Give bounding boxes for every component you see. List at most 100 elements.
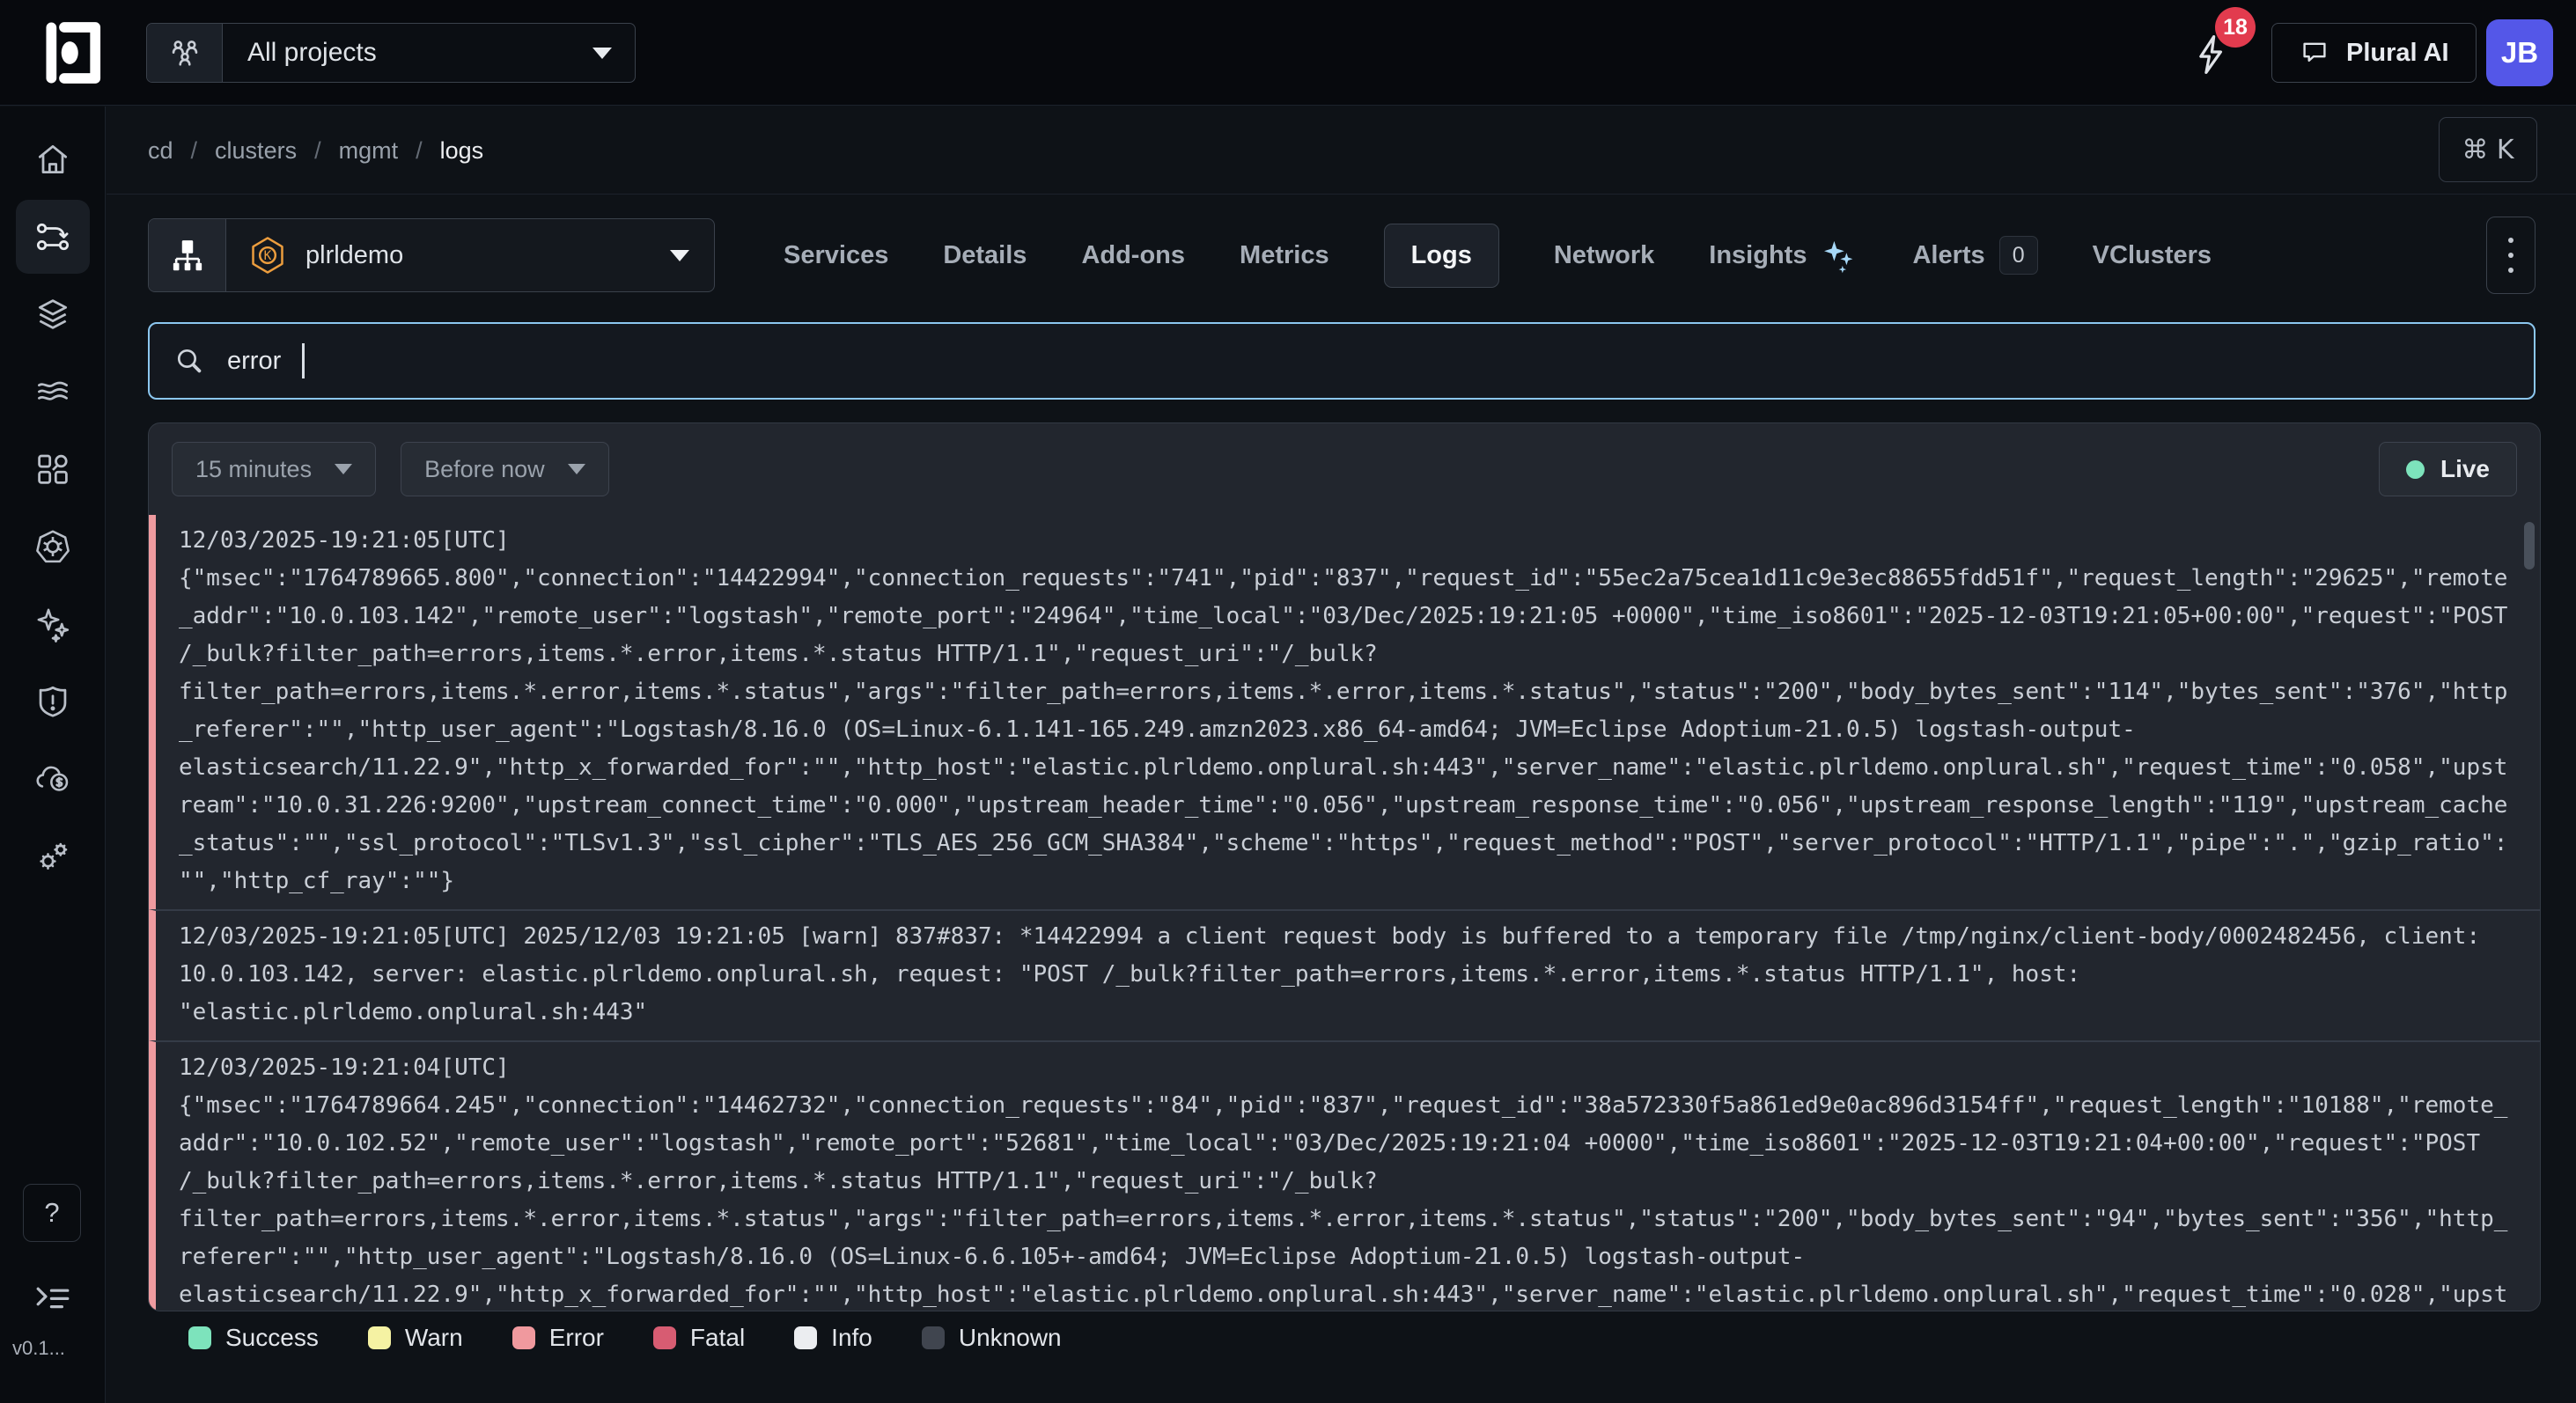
legend-label: Info (831, 1324, 872, 1352)
terminal-icon[interactable] (32, 1277, 74, 1319)
tab-metrics[interactable]: Metrics (1240, 241, 1329, 270)
time-range-value: 15 minutes (195, 456, 312, 483)
log-controls: 15 minutes Before now Live (149, 423, 2540, 515)
waves-icon (33, 372, 72, 411)
stacks-icon (33, 295, 72, 334)
plural-ai-label: Plural AI (2346, 39, 2449, 68)
kubernetes-helm-icon (33, 527, 72, 566)
sidebar-item-ai[interactable] (30, 601, 76, 647)
plural-ai-button[interactable]: Plural AI (2271, 23, 2477, 83)
tab-insights-label: Insights (1709, 241, 1807, 270)
breadcrumb: cd/clusters/mgmt/logs (148, 107, 483, 195)
sidebar-item-settings[interactable] (30, 834, 76, 879)
sidebar-item-flows[interactable] (30, 369, 76, 415)
legend-label: Unknown (959, 1324, 1062, 1352)
alerts-count-badge: 0 (1999, 236, 2038, 275)
breadcrumb-item-clusters[interactable]: clusters (215, 137, 297, 165)
legend-item-success: Success (188, 1324, 319, 1352)
cluster-name: plrldemo (305, 241, 403, 270)
version-label: v0.1... (12, 1337, 65, 1360)
catalog-blocks-icon (33, 450, 72, 488)
continuous-deployment-icon (33, 217, 72, 256)
help-button[interactable]: ? (23, 1184, 81, 1242)
breadcrumb-row: cd/clusters/mgmt/logs ⌘ K (107, 107, 2576, 195)
time-range-dropdown[interactable]: 15 minutes (172, 442, 376, 496)
tab-alerts[interactable]: Alerts 0 (1912, 236, 2037, 275)
sidebar-item-home[interactable] (30, 136, 76, 182)
breadcrumb-separator: / (416, 137, 423, 165)
sidebar-item-cost[interactable] (30, 756, 76, 802)
chat-bubble-icon (2299, 37, 2330, 69)
severity-legend: Success Warn Error Fatal Info Unknown (188, 1324, 1062, 1352)
project-selector[interactable]: All projects (146, 23, 636, 83)
notification-count-badge[interactable]: 18 (2215, 7, 2256, 48)
project-selector-value: All projects (223, 38, 377, 68)
sidebar-item-stacks[interactable] (30, 291, 76, 337)
tab-logs[interactable]: Logs (1384, 224, 1499, 288)
chevron-down-icon (670, 250, 689, 261)
legend-item-fatal: Fatal (653, 1324, 745, 1352)
log-entry[interactable]: 12/03/2025-19:21:05[UTC] 2025/12/03 19:2… (149, 909, 2540, 1040)
sidebar-item-catalog[interactable] (30, 446, 76, 492)
cluster-selector[interactable]: K plrldemo (148, 218, 715, 292)
legend-swatch (368, 1326, 391, 1349)
legend-item-warn: Warn (368, 1324, 463, 1352)
tab-alerts-label: Alerts (1912, 241, 1984, 270)
gears-icon (33, 837, 72, 876)
avatar[interactable]: JB (2486, 19, 2553, 86)
legend-swatch (922, 1326, 945, 1349)
chevron-down-icon (568, 464, 585, 474)
sidebar: ? v0.1... (0, 107, 106, 1403)
breadcrumb-separator: / (314, 137, 321, 165)
cluster-header: K plrldemo Services Details Add-ons Metr… (148, 217, 2536, 294)
sidebar-item-kubernetes[interactable] (30, 524, 76, 569)
tab-details[interactable]: Details (943, 241, 1027, 270)
log-entry[interactable]: 12/03/2025-19:21:04[UTC] {"msec":"176478… (149, 1040, 2540, 1311)
log-list: 12/03/2025-19:21:05[UTC] {"msec":"176478… (149, 515, 2540, 1311)
more-options-kebab-button[interactable] (2486, 217, 2536, 294)
cluster-tree-icon (149, 219, 226, 291)
log-entry[interactable]: 12/03/2025-19:21:05[UTC] {"msec":"176478… (149, 515, 2540, 909)
search-icon (173, 344, 206, 378)
anchor-value: Before now (424, 456, 545, 483)
live-toggle-button[interactable]: Live (2379, 442, 2517, 496)
sparkle-icon (1821, 237, 1858, 274)
legend-item-error: Error (512, 1324, 604, 1352)
log-panel: 15 minutes Before now Live 12/03/2025-19… (148, 422, 2541, 1311)
home-icon (33, 140, 72, 179)
breadcrumb-item-mgmt[interactable]: mgmt (339, 137, 399, 165)
sidebar-item-cd-selected[interactable] (16, 200, 90, 274)
search-value: error (227, 347, 281, 376)
legend-swatch (512, 1326, 535, 1349)
svg-text:K: K (264, 249, 272, 263)
tab-vclusters[interactable]: VClusters (2093, 241, 2212, 270)
legend-label: Error (549, 1324, 604, 1352)
legend-swatch (794, 1326, 817, 1349)
projects-people-icon (147, 24, 223, 82)
scrollbar-thumb[interactable] (2524, 522, 2535, 569)
top-bar: All projects 18 Plural AI JB (0, 0, 2576, 106)
tab-insights[interactable]: Insights (1709, 237, 1858, 274)
plural-logo-icon[interactable] (35, 14, 113, 92)
tab-services[interactable]: Services (784, 241, 888, 270)
shield-alert-icon (33, 682, 72, 721)
legend-swatch (653, 1326, 676, 1349)
chevron-down-icon (592, 48, 612, 59)
search-input[interactable]: error (148, 322, 2536, 400)
legend-label: Warn (405, 1324, 463, 1352)
legend-swatch (188, 1326, 211, 1349)
breadcrumb-item-logs[interactable]: logs (440, 137, 484, 165)
cloud-cost-icon (33, 760, 72, 798)
legend-item-unknown: Unknown (922, 1324, 1062, 1352)
anchor-dropdown[interactable]: Before now (401, 442, 609, 496)
ai-sparkles-icon (33, 605, 72, 643)
legend-label: Fatal (690, 1324, 745, 1352)
live-status-dot (2406, 460, 2425, 479)
tab-network[interactable]: Network (1554, 241, 1654, 270)
command-palette-shortcut[interactable]: ⌘ K (2439, 117, 2537, 182)
breadcrumb-item-cd[interactable]: cd (148, 137, 173, 165)
tab-addons[interactable]: Add-ons (1081, 241, 1185, 270)
k8s-cluster-icon: K (247, 235, 288, 275)
live-label: Live (2440, 455, 2490, 483)
sidebar-item-security[interactable] (30, 679, 76, 724)
